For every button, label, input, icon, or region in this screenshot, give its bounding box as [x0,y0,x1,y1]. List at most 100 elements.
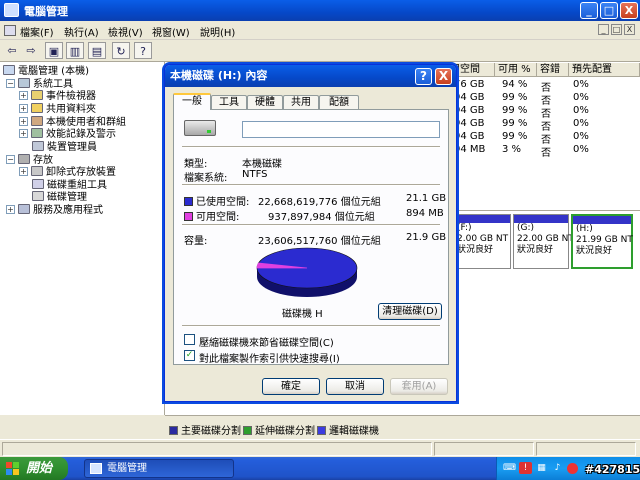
expand-icon[interactable]: + [19,167,28,176]
mdi-close-button[interactable]: X [624,24,635,35]
menu-bar: 檔案(F) 執行(A) 檢視(V) 視窗(W) 說明(H) _ □ X [0,21,640,40]
tree-item-local-users[interactable]: + 本機使用者和群組 [19,116,126,128]
taskbar-item-computer-management[interactable]: 電腦管理 [84,459,234,478]
tree-item-label: 系統工具 [33,79,73,90]
expand-icon[interactable]: + [19,104,28,113]
column-header-free-percent[interactable]: 可用 % [495,63,537,77]
tree-item-shared-folders[interactable]: + 共用資料夾 [19,103,96,115]
services-icon [18,204,30,214]
keyboard-icon[interactable]: ⌨ [503,462,516,474]
minimize-button[interactable]: _ [580,2,598,19]
collapse-icon[interactable]: − [6,79,15,88]
alert-icon[interactable]: ! [519,462,532,474]
collapse-icon[interactable]: − [6,155,15,164]
tab-quota[interactable]: 配額 [319,95,359,109]
up-folder-icon[interactable]: ▣ [45,42,63,59]
partition-g[interactable]: (G:) 22.00 GB NT 狀況良好 [513,214,574,269]
watermark: #427815 [585,463,640,476]
expand-icon[interactable]: + [19,91,28,100]
main-titlebar[interactable]: 電腦管理 _ □ X [0,0,640,21]
tab-general[interactable]: 一般 [173,93,211,110]
legend-label: 延伸磁碟分割 [255,426,315,437]
status-cell [2,442,432,456]
expand-icon[interactable]: + [19,129,28,138]
index-checkbox[interactable]: ✓ [184,350,195,361]
show-tree-icon[interactable]: ▥ [66,42,84,59]
column-header-fault-tolerance[interactable]: 容錯 [537,63,569,77]
tab-sharing[interactable]: 共用 [283,95,319,109]
system-menu-icon[interactable] [4,25,16,36]
tree-item-performance-logs[interactable]: + 效能記錄及警示 [19,128,116,140]
cell-free: 94 MB [454,144,486,155]
tree-item-label: 電腦管理 (本機) [18,66,89,77]
expand-icon[interactable]: + [19,117,28,126]
dialog-title[interactable]: 本機磁碟 (H:) 內容 [165,65,456,87]
forward-arrow-icon[interactable]: ⇨ [22,42,40,59]
disk-properties-dialog: 本機磁碟 (H:) 內容 ? X 一般 工具 硬體 共用 配額 類型: 本機磁碟… [164,64,457,402]
cell-fault: 否 [541,148,551,159]
cell-free-percent: 99 % [502,105,528,116]
apply-button[interactable]: 套用(A) [390,378,448,395]
maximize-button[interactable]: □ [600,2,618,19]
expand-icon[interactable]: + [6,205,15,214]
cell-free-percent: 3 % [502,144,522,155]
mdi-restore-button[interactable]: □ [611,24,622,35]
dialog-close-button[interactable]: X [435,68,452,85]
used-space-bytes: 22,668,619,776 個位元組 [258,197,381,208]
network-icon[interactable]: ▦ [535,462,548,474]
menu-help[interactable]: 說明(H) [200,24,235,39]
menu-window[interactable]: 視窗(W) [152,24,190,39]
legend-extended: 延伸磁碟分割 [243,422,315,437]
tree-item-defragmenter[interactable]: 磁碟重組工具 [32,179,107,191]
used-color-swatch [184,197,193,206]
tree-item-label: 事件檢視器 [46,91,96,102]
partition-f[interactable]: (F:) 2.00 GB NT 狀況良好 [453,214,511,269]
volume-icon[interactable]: ♪ [551,462,564,474]
menu-file[interactable]: 檔案(F) [20,24,54,39]
tree-item-removable-storage[interactable]: + 卸除式存放裝置 [19,166,116,178]
free-space-size: 894 MB [406,208,444,219]
partition-status: 狀況良好 [457,245,494,255]
partition-h[interactable]: (H:) 21.99 GB NT 狀況良好 [571,214,633,269]
tree-item-event-viewer[interactable]: + 事件檢視器 [19,90,96,102]
mdi-minimize-button[interactable]: _ [598,24,609,35]
cell-free: 94 GB [454,131,485,142]
menu-action[interactable]: 執行(A) [64,24,99,39]
tree-item-services-apps[interactable]: + 服務及應用程式 [6,204,103,216]
performance-icon [31,128,43,138]
dialog-help-button[interactable]: ? [415,68,432,85]
ok-button[interactable]: 確定 [262,378,320,395]
volume-name-input[interactable] [242,121,440,138]
help-icon[interactable]: ? [134,42,152,59]
cell-free: 94 GB [454,118,485,129]
status-cell [434,442,534,456]
partition-status: 狀況良好 [517,245,554,255]
tab-hardware[interactable]: 硬體 [247,95,283,109]
legend-swatch-primary [169,426,178,435]
separator [182,325,440,327]
close-button[interactable]: X [620,2,638,19]
cell-free-percent: 94 % [502,79,528,90]
tab-tools[interactable]: 工具 [211,95,247,109]
menu-view[interactable]: 檢視(V) [108,24,143,39]
tree-item-system-tools[interactable]: − 系統工具 [6,78,73,90]
cancel-button[interactable]: 取消 [326,378,384,395]
tree-item-label: 存放 [33,155,53,166]
column-header-overhead[interactable]: 預先配置 [569,63,640,77]
disk-cleanup-button[interactable]: 清理磁碟(D) [378,303,442,320]
properties-icon[interactable]: ▤ [88,42,106,59]
legend-label: 邏輯磁碟機 [329,426,379,437]
tree-item-disk-management[interactable]: 磁碟管理 [32,191,87,203]
tree-item-computer-management[interactable]: 電腦管理 (本機) [3,65,89,77]
refresh-icon[interactable]: ↻ [112,42,130,59]
back-arrow-icon[interactable]: ⇦ [3,42,21,59]
tree-item-storage[interactable]: − 存放 [6,154,53,166]
compress-checkbox[interactable] [184,334,195,345]
cell-overhead: 0% [573,144,589,155]
security-icon[interactable] [567,463,578,474]
separator [182,224,440,226]
partition-bar [514,215,568,223]
used-space-size: 21.1 GB [406,193,447,204]
start-button[interactable]: 開始 [0,457,68,480]
tree-item-device-manager[interactable]: 裝置管理員 [32,141,97,153]
